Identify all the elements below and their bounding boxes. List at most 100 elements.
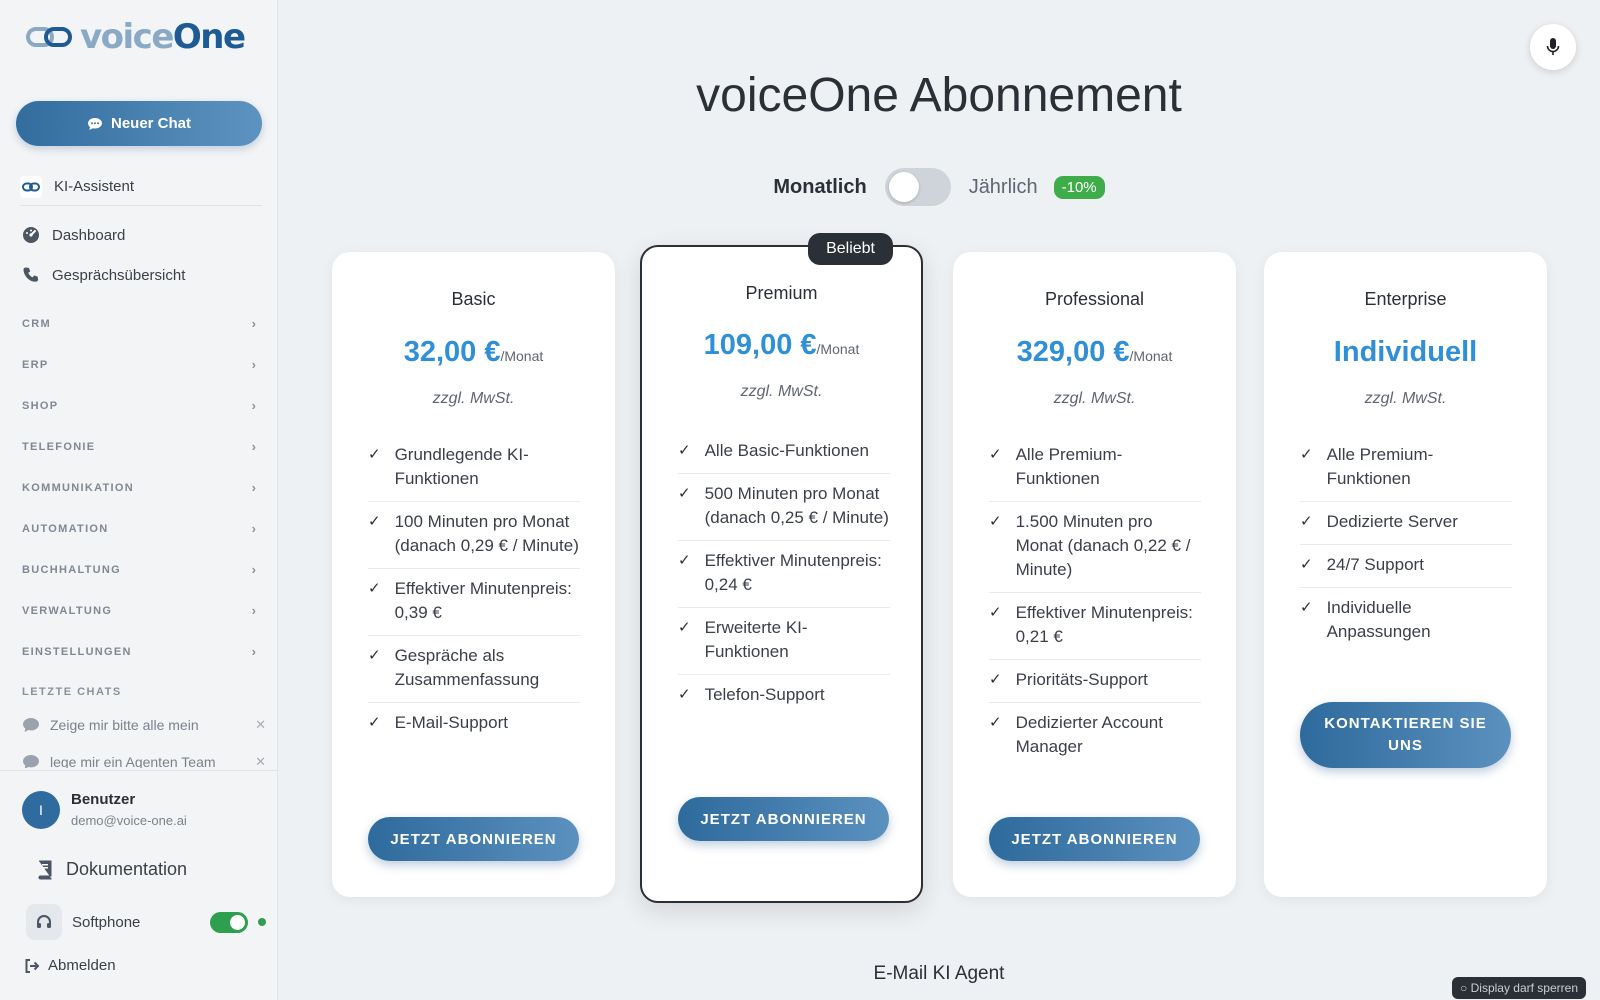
feature-text: Dedizierte Server	[1326, 512, 1458, 531]
feature-text: Effektiver Minutenpreis: 0,39 €	[394, 579, 572, 622]
price-period: /Monat	[1129, 348, 1173, 364]
price-period: /Monat	[816, 341, 860, 357]
feature-text: Dedizierter Account Manager	[1015, 713, 1163, 756]
feature-item: ✓ 500 Minuten pro Monat (danach 0,25 € / …	[678, 474, 890, 541]
dashboard-label: Dashboard	[52, 226, 126, 244]
plan-name: Basic	[451, 289, 496, 309]
contact-us-button[interactable]: KONTAKTIEREN SIE UNS	[1300, 702, 1511, 768]
plan-card-basic: Basic 32,00 €/Monat zzgl. MwSt. ✓ Grundle…	[332, 252, 615, 897]
feature-item: ✓ Dedizierte Server	[1300, 502, 1512, 545]
section-title-email-agent: E-Mail KI Agent	[873, 963, 1005, 984]
section-label: ERP	[22, 358, 49, 371]
feature-item: ✓ Erweiterte KI-Funktionen	[678, 608, 890, 675]
plan-price: 32,00 €/Monat	[332, 336, 615, 369]
feature-text: 100 Minuten pro Monat (danach 0,29 € / M…	[394, 512, 579, 555]
feature-text: 24/7 Support	[1326, 555, 1424, 574]
section-label: EINSTELLUNGEN	[22, 645, 132, 658]
close-icon[interactable]: ✕	[255, 717, 266, 733]
price-amount: Individuell	[1333, 336, 1478, 368]
subscribe-button[interactable]: JETZT ABONNIEREN	[368, 817, 579, 861]
logo[interactable]: voiceOne	[26, 17, 246, 57]
softphone-toggle[interactable]	[210, 911, 248, 933]
sidebar-section-automation[interactable]: AUTOMATION ›	[22, 521, 256, 536]
check-icon: ✓	[368, 446, 381, 463]
chevron-right-icon: ›	[251, 398, 256, 413]
sidebar-section-crm[interactable]: CRM ›	[22, 316, 256, 331]
sidebar-item-ki-assistent[interactable]: KI-Assistent	[20, 168, 262, 206]
feature-item: ✓ Gespräche als Zusammenfassung	[368, 636, 580, 703]
check-icon: ✓	[678, 686, 691, 703]
logout-icon	[25, 958, 40, 973]
new-chat-button[interactable]: Neuer Chat	[16, 101, 262, 146]
chat-bubble-icon	[23, 755, 39, 768]
microphone-icon	[1546, 38, 1560, 55]
feature-text: Alle Premium-Funktionen	[1015, 445, 1123, 488]
chevron-right-icon: ›	[251, 562, 256, 577]
plan-features: ✓ Alle Basic-Funktionen ✓ 500 Minuten pro …	[678, 431, 890, 717]
section-label: TELEFONIE	[22, 440, 96, 453]
close-icon[interactable]: ✕	[255, 754, 266, 768]
sidebar-section-shop[interactable]: SHOP ›	[22, 398, 256, 413]
sidebar-section-einstellungen[interactable]: EINSTELLUNGEN ›	[22, 644, 256, 659]
feature-text: 500 Minuten pro Monat (danach 0,25 € / M…	[704, 484, 889, 527]
check-icon: ✓	[1300, 513, 1313, 530]
avatar[interactable]: I	[22, 791, 60, 829]
feature-item: ✓ 1.500 Minuten pro Monat (danach 0,22 € …	[989, 502, 1201, 593]
section-label: SHOP	[22, 399, 59, 412]
headset-icon	[26, 904, 62, 940]
feature-item: ✓ Alle Premium-Funktionen	[989, 435, 1201, 502]
feature-text: Effektiver Minutenpreis: 0,24 €	[704, 551, 882, 594]
check-icon: ✓	[368, 580, 381, 597]
feature-item: ✓ Telefon-Support	[678, 675, 890, 717]
subscribe-button[interactable]: JETZT ABONNIEREN	[678, 797, 889, 841]
documentation-link[interactable]: Dokumentation	[36, 859, 187, 880]
user-area: I Benutzer demo@voice-one.ai Dokumentati…	[0, 770, 278, 1000]
chevron-right-icon: ›	[251, 480, 256, 495]
recent-chat-item[interactable]: lege mir ein Agenten Team ✕	[22, 754, 266, 768]
feature-item: ✓ Effektiver Minutenpreis: 0,21 €	[989, 593, 1201, 660]
check-icon: ✓	[1300, 599, 1313, 616]
recent-chat-item[interactable]: Zeige mir bitte alle mein ✕	[22, 717, 266, 733]
sidebar-section-erp[interactable]: ERP ›	[22, 357, 256, 372]
billing-period-switch[interactable]	[884, 168, 951, 206]
check-icon: ✓	[678, 442, 691, 459]
feature-text: Alle Premium-Funktionen	[1326, 445, 1434, 488]
sidebar-section-telefonie[interactable]: TELEFONIE ›	[22, 439, 256, 454]
logo-text: voiceOne	[80, 17, 246, 57]
discount-badge: -10%	[1053, 175, 1105, 199]
dashboard-gauge-icon	[23, 227, 39, 243]
check-icon: ✓	[1300, 446, 1313, 463]
sidebar-item-gespraechsuebersicht[interactable]: Gesprächsübersicht	[22, 266, 185, 284]
display-lock-note[interactable]: ○ Display darf sperren	[1452, 977, 1586, 999]
sidebar-section-verwaltung[interactable]: VERWALTUNG ›	[22, 603, 256, 618]
chevron-right-icon: ›	[251, 357, 256, 372]
microphone-button[interactable]	[1530, 24, 1576, 70]
user-name: Benutzer	[71, 791, 136, 808]
feature-text: Grundlegende KI-Funktionen	[394, 445, 529, 488]
logout-link[interactable]: Abmelden	[24, 957, 116, 974]
plan-vat-note: zzgl. MwSt.	[1364, 390, 1447, 407]
billing-yearly-label[interactable]: Jährlich	[969, 176, 1038, 199]
check-icon: ✓	[368, 714, 381, 731]
ki-assistant-icon	[20, 175, 42, 198]
check-icon: ✓	[368, 513, 381, 530]
sidebar-section-buchhaltung[interactable]: BUCHHALTUNG ›	[22, 562, 256, 577]
popular-badge: Beliebt	[808, 233, 893, 265]
sidebar-section-kommunikation[interactable]: KOMMUNIKATION ›	[22, 480, 256, 495]
logout-label: Abmelden	[48, 957, 116, 974]
sidebar: voiceOne Neuer Chat KI-Assistent Dashboa…	[0, 0, 278, 1000]
billing-toggle: Monatlich Jährlich -10%	[278, 168, 1600, 206]
chat-bubble-icon	[23, 718, 39, 732]
user-email: demo@voice-one.ai	[71, 813, 187, 828]
plan-name: Professional	[1044, 289, 1145, 309]
feature-item: ✓ Grundlegende KI-Funktionen	[368, 435, 580, 502]
subscribe-button[interactable]: JETZT ABONNIEREN	[989, 817, 1200, 861]
plan-card-enterprise: Enterprise Individuell zzgl. MwSt. ✓ Alle…	[1264, 252, 1547, 897]
billing-monthly-label[interactable]: Monatlich	[773, 176, 866, 199]
chevron-right-icon: ›	[251, 439, 256, 454]
feature-item: ✓ Prioritäts-Support	[989, 660, 1201, 703]
sidebar-item-dashboard[interactable]: Dashboard	[22, 226, 125, 244]
feature-text: Gespräche als Zusammenfassung	[394, 646, 540, 689]
logo-text-voice: voice	[80, 17, 174, 57]
check-icon: ✓	[368, 647, 381, 664]
